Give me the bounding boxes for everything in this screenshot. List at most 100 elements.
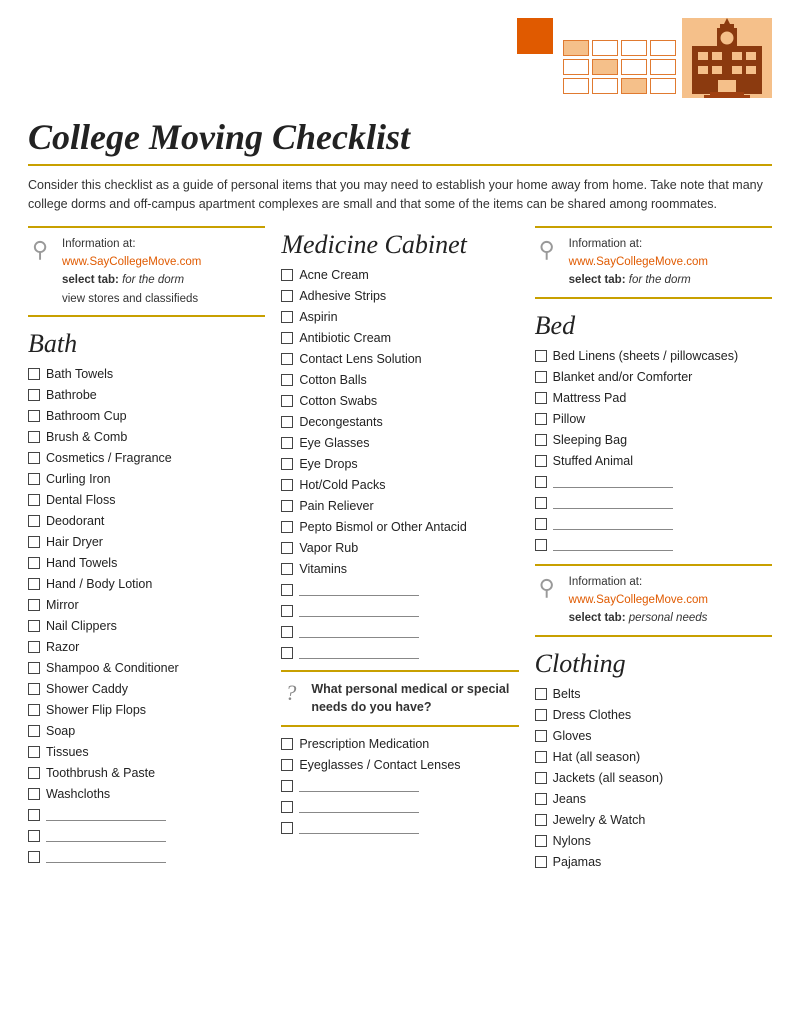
checkbox[interactable] xyxy=(28,704,40,716)
checkbox[interactable] xyxy=(281,822,293,834)
checkbox[interactable] xyxy=(281,416,293,428)
checkbox[interactable] xyxy=(28,830,40,842)
checkbox[interactable] xyxy=(28,557,40,569)
list-item: Soap xyxy=(28,722,265,740)
checkbox[interactable] xyxy=(281,521,293,533)
list-item: Hat (all season) xyxy=(535,748,772,766)
list-item: Dental Floss xyxy=(28,491,265,509)
checkbox[interactable] xyxy=(28,389,40,401)
clothing-title: Clothing xyxy=(535,649,772,679)
checkbox[interactable] xyxy=(28,473,40,485)
checkbox[interactable] xyxy=(28,410,40,422)
checkbox[interactable] xyxy=(28,368,40,380)
checkbox[interactable] xyxy=(28,788,40,800)
checkbox[interactable] xyxy=(535,772,547,784)
checkbox[interactable] xyxy=(535,688,547,700)
checkbox[interactable] xyxy=(28,578,40,590)
checkbox[interactable] xyxy=(535,413,547,425)
checkbox[interactable] xyxy=(535,730,547,742)
info-link-2[interactable]: www.SayCollegeMove.com xyxy=(569,256,708,268)
list-item-blank xyxy=(281,602,518,620)
checkbox[interactable] xyxy=(535,371,547,383)
checkbox[interactable] xyxy=(535,497,547,509)
list-item: Nail Clippers xyxy=(28,617,265,635)
checkbox[interactable] xyxy=(281,542,293,554)
info-link-3[interactable]: www.SayCollegeMove.com xyxy=(569,594,708,606)
checkbox[interactable] xyxy=(281,563,293,575)
list-item: Stuffed Animal xyxy=(535,452,772,470)
list-item-blank xyxy=(281,819,518,837)
checkbox[interactable] xyxy=(535,455,547,467)
list-item-blank xyxy=(28,806,265,824)
list-item: Razor xyxy=(28,638,265,656)
checkbox[interactable] xyxy=(281,479,293,491)
checkbox[interactable] xyxy=(28,599,40,611)
checkbox[interactable] xyxy=(28,746,40,758)
checkbox[interactable] xyxy=(281,500,293,512)
checkbox[interactable] xyxy=(281,647,293,659)
checkbox[interactable] xyxy=(28,809,40,821)
list-item: Toothbrush & Paste xyxy=(28,764,265,782)
list-item: Jewelry & Watch xyxy=(535,811,772,829)
info-box-2: ⚲ Information at: www.SayCollegeMove.com… xyxy=(535,226,772,299)
checkbox[interactable] xyxy=(281,605,293,617)
checkbox[interactable] xyxy=(281,353,293,365)
question-box: ? What personal medical or special needs… xyxy=(281,670,518,728)
info-text-1: Information at: www.SayCollegeMove.com s… xyxy=(62,235,201,309)
checkbox[interactable] xyxy=(281,458,293,470)
phone-icon-2: ⚲ xyxy=(539,237,561,263)
checkbox[interactable] xyxy=(535,539,547,551)
checkbox[interactable] xyxy=(28,725,40,737)
checkbox[interactable] xyxy=(28,767,40,779)
checkbox[interactable] xyxy=(535,751,547,763)
checkbox[interactable] xyxy=(28,620,40,632)
checkbox[interactable] xyxy=(281,437,293,449)
checkbox[interactable] xyxy=(28,452,40,464)
checkbox[interactable] xyxy=(535,434,547,446)
info-box-3: ⚲ Information at: www.SayCollegeMove.com… xyxy=(535,564,772,637)
checkbox[interactable] xyxy=(535,814,547,826)
checkbox[interactable] xyxy=(28,536,40,548)
checkbox[interactable] xyxy=(535,476,547,488)
checkbox[interactable] xyxy=(28,851,40,863)
checkbox[interactable] xyxy=(281,626,293,638)
checkbox[interactable] xyxy=(535,835,547,847)
list-item: Gloves xyxy=(535,727,772,745)
list-item: Shampoo & Conditioner xyxy=(28,659,265,677)
checkbox[interactable] xyxy=(281,759,293,771)
list-item-blank xyxy=(535,515,772,533)
checkbox[interactable] xyxy=(28,515,40,527)
list-item-blank xyxy=(281,644,518,662)
page-title: College Moving Checklist xyxy=(28,116,772,158)
checkbox[interactable] xyxy=(281,738,293,750)
checkbox[interactable] xyxy=(281,374,293,386)
checkbox[interactable] xyxy=(535,350,547,362)
list-item: Pain Reliever xyxy=(281,497,518,515)
checkbox[interactable] xyxy=(281,269,293,281)
checkbox[interactable] xyxy=(535,709,547,721)
checkbox[interactable] xyxy=(535,518,547,530)
list-item-blank xyxy=(535,494,772,512)
list-item: Brush & Comb xyxy=(28,428,265,446)
checkbox[interactable] xyxy=(281,584,293,596)
checkbox[interactable] xyxy=(28,683,40,695)
checkbox[interactable] xyxy=(28,662,40,674)
checkbox[interactable] xyxy=(28,494,40,506)
checkbox[interactable] xyxy=(535,856,547,868)
medicine-list: Acne Cream Adhesive Strips Aspirin Antib… xyxy=(281,266,518,662)
list-item-blank xyxy=(28,827,265,845)
checkbox[interactable] xyxy=(535,392,547,404)
checkbox[interactable] xyxy=(28,641,40,653)
checkbox[interactable] xyxy=(28,431,40,443)
checkbox[interactable] xyxy=(281,395,293,407)
info-text-3: Information at: www.SayCollegeMove.com s… xyxy=(569,573,708,628)
checkbox[interactable] xyxy=(281,780,293,792)
checkbox[interactable] xyxy=(281,290,293,302)
checkbox[interactable] xyxy=(535,793,547,805)
checkbox[interactable] xyxy=(281,332,293,344)
checkbox[interactable] xyxy=(281,311,293,323)
checkbox[interactable] xyxy=(281,801,293,813)
list-item: Shower Caddy xyxy=(28,680,265,698)
info-link-1[interactable]: www.SayCollegeMove.com xyxy=(62,256,201,268)
orange-square xyxy=(517,18,553,54)
